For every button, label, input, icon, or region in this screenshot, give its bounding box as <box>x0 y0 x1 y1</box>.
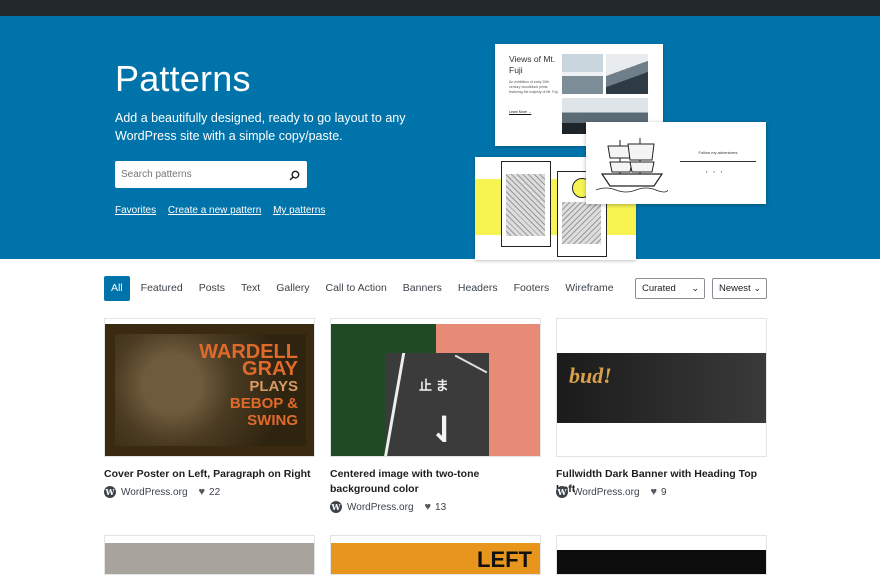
filter-footers[interactable]: Footers <box>506 276 558 301</box>
filter-featured[interactable]: Featured <box>133 276 191 301</box>
fuji-print-2 <box>606 54 648 94</box>
poster-preview: WARDELL GRAY PLAYS BEBOP & SWING <box>105 324 314 456</box>
filter-text[interactable]: Text <box>233 276 268 301</box>
favorites-link[interactable]: Favorites <box>115 205 156 216</box>
page-title: Patterns <box>115 58 251 99</box>
search-button[interactable] <box>285 166 303 184</box>
filter-gallery[interactable]: Gallery <box>268 276 317 301</box>
pattern-author[interactable]: WordPress.org <box>121 487 188 498</box>
ship-illustration <box>596 138 668 193</box>
pattern-meta: W WordPress.org ♥ 9 <box>556 486 667 498</box>
create-pattern-link[interactable]: Create a new pattern <box>168 205 261 216</box>
hero-banner: Patterns Add a beautifully designed, rea… <box>0 16 880 260</box>
pattern-title[interactable]: Centered image with two-tone background … <box>330 467 541 497</box>
fuji-print-1 <box>562 54 603 94</box>
search-input[interactable] <box>115 161 275 188</box>
heart-icon[interactable]: ♥ <box>425 501 432 513</box>
wordpress-icon: W <box>556 486 568 498</box>
chevron-down-icon: ⌄ <box>691 283 699 293</box>
ship-social-icons: ▪▪▪ <box>706 169 729 174</box>
category-filters: All Featured Posts Text Gallery Call to … <box>104 276 622 301</box>
pattern-meta: W WordPress.org ♥ 13 <box>330 501 446 513</box>
filter-banners[interactable]: Banners <box>395 276 450 301</box>
filter-all[interactable]: All <box>104 276 130 301</box>
wordpress-icon: W <box>104 486 116 498</box>
pattern-likes: 9 <box>661 486 667 498</box>
filter-call-to-action[interactable]: Call to Action <box>318 276 395 301</box>
pattern-thumbnail[interactable]: bud! <box>556 318 767 457</box>
pattern-likes: 13 <box>435 501 447 513</box>
preview-card-ship: Follow my adventures ▪▪▪ <box>586 122 766 204</box>
newest-select-value: Newest <box>719 283 751 294</box>
pattern-thumbnail[interactable] <box>104 535 315 575</box>
fuji-body: An exhibition of early 20th century wood… <box>509 80 559 94</box>
road-photo: 止 ま ⇃ <box>383 353 489 456</box>
curated-select-value: Curated <box>642 283 676 294</box>
tarot-card-1: XV <box>501 161 551 247</box>
pattern-thumbnail[interactable] <box>556 535 767 575</box>
admin-bar <box>0 0 880 16</box>
hero-tagline: Add a beautifully designed, ready to go … <box>115 111 406 143</box>
pattern-likes: 22 <box>209 486 221 498</box>
chevron-down-icon: ⌄ <box>753 283 761 293</box>
ship-text: Follow my adventures <box>698 150 738 155</box>
fuji-title: Views of Mt. Fuji <box>509 54 556 75</box>
my-patterns-link[interactable]: My patterns <box>273 205 325 216</box>
hero-links: Favorites Create a new pattern My patter… <box>115 205 334 216</box>
pattern-thumbnail[interactable]: 止 ま ⇃ <box>330 318 541 457</box>
pattern-thumbnail[interactable]: LEFT <box>330 535 541 575</box>
pattern-meta: W WordPress.org ♥ 22 <box>104 486 220 498</box>
heart-icon[interactable]: ♥ <box>199 486 206 498</box>
pattern-thumbnail[interactable]: WARDELL GRAY PLAYS BEBOP & SWING <box>104 318 315 457</box>
search-box <box>115 161 307 188</box>
curated-select[interactable]: Curated ⌄ <box>635 278 705 299</box>
fuji-link: Learn More → <box>509 110 532 114</box>
heart-icon[interactable]: ♥ <box>651 486 658 498</box>
pattern-title[interactable]: Cover Poster on Left, Paragraph on Right <box>104 467 315 482</box>
dark-banner-preview: bud! <box>557 353 766 423</box>
search-icon <box>289 170 299 180</box>
pattern-author[interactable]: WordPress.org <box>347 502 414 513</box>
filter-headers[interactable]: Headers <box>450 276 506 301</box>
filter-wireframe[interactable]: Wireframe <box>557 276 621 301</box>
ship-divider <box>680 161 756 162</box>
pattern-author[interactable]: WordPress.org <box>573 487 640 498</box>
wordpress-icon: W <box>330 501 342 513</box>
filter-posts[interactable]: Posts <box>191 276 233 301</box>
newest-select[interactable]: Newest ⌄ <box>712 278 767 299</box>
